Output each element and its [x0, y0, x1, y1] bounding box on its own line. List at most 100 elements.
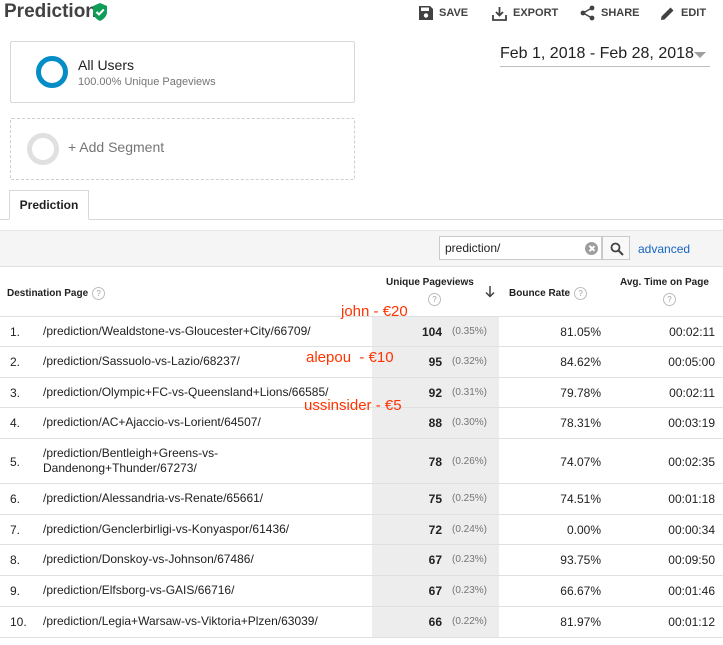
row-unique-pageviews: 66: [428, 615, 442, 629]
row-unique-pageviews: 72: [428, 523, 442, 537]
row-index: 3.: [10, 386, 21, 400]
tab-prediction[interactable]: Prediction: [9, 190, 89, 220]
save-label: SAVE: [439, 7, 469, 19]
table-row: 8. /prediction/Donskoy-vs-Johnson/67486/…: [0, 544, 723, 575]
caret-down-icon: [694, 52, 706, 58]
share-button[interactable]: SHARE: [580, 4, 640, 22]
row-index: 9.: [10, 584, 21, 598]
row-bounce-rate: 74.07%: [560, 455, 601, 469]
help-icon[interactable]: ?: [428, 293, 441, 306]
help-icon[interactable]: ?: [663, 293, 676, 306]
advanced-filter-link[interactable]: advanced: [638, 242, 690, 256]
row-unique-pageviews-percent: (0.35%): [452, 326, 488, 337]
date-range-picker[interactable]: Feb 1, 2018 - Feb 28, 2018: [500, 43, 710, 67]
table-filter-bar: advanced: [0, 230, 723, 266]
help-icon[interactable]: ?: [92, 287, 106, 300]
annotation-note: ussinsider - €5: [304, 397, 402, 414]
filter-input[interactable]: [439, 236, 602, 260]
row-page-link[interactable]: /prediction/Bentleigh+Greens-vs-Dandenon…: [43, 446, 273, 476]
row-bounce-rate: 93.75%: [560, 553, 601, 567]
row-page-link[interactable]: /prediction/Donskoy-vs-Johnson/67486/: [43, 552, 363, 567]
row-page-link[interactable]: /prediction/Elfsborg-vs-GAIS/66716/: [43, 583, 363, 598]
add-segment-button[interactable]: + Add Segment: [10, 118, 355, 180]
row-index: 5.: [10, 455, 21, 469]
row-page-link[interactable]: /prediction/Alessandria-vs-Renate/65661/: [43, 491, 363, 506]
table-row: 7. /prediction/Genclerbirligi-vs-Konyasp…: [0, 514, 723, 544]
row-page-link[interactable]: /prediction/AC+Ajaccio-vs-Lorient/64507/: [43, 415, 363, 430]
row-unique-pageviews: 88: [428, 416, 442, 430]
table-row: 1. /prediction/Wealdstone-vs-Gloucester+…: [0, 316, 723, 346]
verified-check-icon: [93, 3, 107, 21]
row-unique-pageviews: 104: [421, 325, 442, 339]
column-bounce-rate-label: Bounce Rate: [509, 288, 571, 300]
row-page-link[interactable]: /prediction/Wealdstone-vs-Gloucester+Cit…: [43, 324, 363, 339]
column-unique-pageviews[interactable]: Unique Pageviews: [386, 277, 474, 288]
report-header: Prediction SAVE EXPORT SHARE EDIT: [0, 0, 723, 28]
row-unique-pageviews: 67: [428, 553, 442, 567]
row-avg-time: 00:01:46: [668, 584, 715, 598]
table-row: 10. /prediction/Legia+Warsaw-vs-Viktoria…: [0, 606, 723, 637]
segment-subtitle: 100.00% Unique Pageviews: [78, 76, 216, 88]
row-index: 6.: [10, 492, 21, 506]
row-unique-pageviews-percent: (0.25%): [452, 493, 488, 504]
column-destination-page[interactable]: Destination Page?: [7, 287, 106, 300]
row-unique-pageviews: 78: [428, 455, 442, 469]
row-avg-time: 00:00:34: [668, 523, 715, 537]
row-unique-pageviews-percent: (0.26%): [452, 456, 488, 467]
search-icon: [610, 242, 624, 256]
row-unique-pageviews-percent: (0.31%): [452, 387, 488, 398]
row-bounce-rate: 66.67%: [560, 584, 601, 598]
tab-divider: [0, 219, 723, 220]
row-index: 2.: [10, 355, 21, 369]
edit-button[interactable]: EDIT: [660, 4, 706, 22]
row-index: 10.: [10, 615, 27, 629]
export-button[interactable]: EXPORT: [492, 4, 558, 22]
row-unique-pageviews-percent: (0.23%): [452, 554, 488, 565]
row-unique-pageviews: 75: [428, 492, 442, 506]
row-unique-pageviews-percent: (0.22%): [452, 616, 488, 627]
row-avg-time: 00:02:11: [669, 325, 715, 339]
row-avg-time: 00:01:12: [668, 615, 715, 629]
segment-ring-icon: [36, 56, 68, 88]
row-index: 4.: [10, 416, 21, 430]
date-range-label: Feb 1, 2018 - Feb 28, 2018: [500, 45, 694, 62]
pencil-icon: [661, 7, 674, 20]
row-index: 1.: [10, 325, 21, 339]
row-avg-time: 00:05:00: [668, 355, 715, 369]
clear-icon[interactable]: [585, 242, 598, 255]
report-title: Prediction: [4, 1, 97, 22]
empty-ring-icon: [27, 133, 59, 165]
annotation-note: alepou - €10: [306, 349, 394, 366]
save-icon: [419, 6, 433, 20]
row-bounce-rate: 0.00%: [566, 523, 601, 537]
row-index: 8.: [10, 553, 21, 567]
row-unique-pageviews-percent: (0.24%): [452, 524, 488, 535]
column-destination-page-label: Destination Page: [7, 288, 89, 300]
row-unique-pageviews-percent: (0.32%): [452, 356, 488, 367]
edit-label: EDIT: [681, 7, 707, 19]
column-bounce-rate[interactable]: Bounce Rate?: [509, 287, 588, 300]
sort-descending-icon[interactable]: [485, 286, 495, 298]
share-label: SHARE: [601, 7, 640, 19]
row-avg-time: 00:01:18: [668, 492, 715, 506]
row-avg-time: 00:02:35: [668, 455, 715, 469]
annotation-note: john - €20: [341, 303, 408, 320]
segment-all-users[interactable]: All Users 100.00% Unique Pageviews: [10, 41, 355, 103]
row-unique-pageviews-percent: (0.30%): [452, 417, 488, 428]
row-avg-time: 00:02:11: [669, 386, 715, 400]
row-avg-time: 00:03:19: [668, 416, 715, 430]
help-icon[interactable]: ?: [574, 287, 588, 300]
row-page-link[interactable]: /prediction/Legia+Warsaw-vs-Viktoria+Plz…: [43, 614, 363, 629]
row-avg-time: 00:09:50: [668, 553, 715, 567]
row-unique-pageviews: 67: [428, 584, 442, 598]
table-row: 9. /prediction/Elfsborg-vs-GAIS/66716/ 6…: [0, 575, 723, 606]
row-bounce-rate: 81.97%: [560, 615, 601, 629]
table-bottom-border: [0, 637, 723, 638]
save-button[interactable]: SAVE: [419, 4, 468, 22]
segment-name: All Users: [78, 57, 135, 73]
add-segment-label: + Add Segment: [68, 139, 165, 155]
search-button[interactable]: [602, 236, 630, 260]
row-bounce-rate: 78.31%: [560, 416, 601, 430]
column-avg-time-on-page[interactable]: Avg. Time on Page: [620, 277, 709, 288]
row-page-link[interactable]: /prediction/Genclerbirligi-vs-Konyaspor/…: [43, 522, 363, 537]
